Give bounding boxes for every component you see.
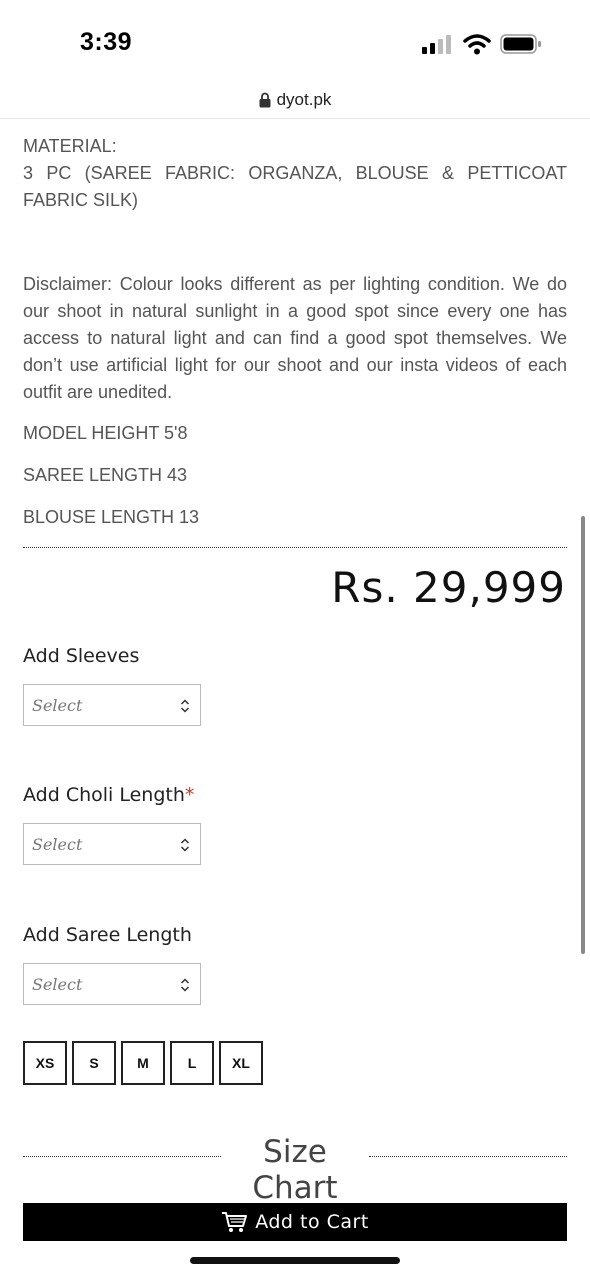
chevron-updown-icon xyxy=(180,978,190,992)
sleeves-select-value: Select xyxy=(32,696,83,715)
size-xs-button[interactable]: XS xyxy=(23,1041,67,1085)
product-price: Rs. 29,999 xyxy=(331,563,566,612)
material-heading: MATERIAL: xyxy=(23,136,117,156)
saree-length-select[interactable]: Select xyxy=(23,963,201,1005)
size-chart-line-right xyxy=(369,1156,567,1157)
material-text: 3 PC (SAREE FABRIC: ORGANZA, BLOUSE & PE… xyxy=(23,163,567,210)
size-s-button[interactable]: S xyxy=(72,1041,116,1085)
choli-length-select[interactable]: Select xyxy=(23,823,201,865)
battery-icon xyxy=(500,34,541,54)
material-section: MATERIAL: 3 PC (SAREE FABRIC: ORGANZA, B… xyxy=(23,133,567,214)
size-chart-line-left xyxy=(23,1156,221,1157)
chevron-updown-icon xyxy=(180,838,190,852)
saree-length-label: Add Saree Length xyxy=(23,924,192,946)
size-l-button[interactable]: L xyxy=(170,1041,214,1085)
url-text: dyot.pk xyxy=(276,90,332,109)
required-mark: * xyxy=(184,784,195,806)
status-time: 3:39 xyxy=(80,28,133,56)
chevron-updown-icon xyxy=(180,699,190,713)
sleeves-label: Add Sleeves xyxy=(23,645,139,667)
disclaimer-text: Disclaimer: Colour looks different as pe… xyxy=(23,274,567,402)
saree-length-spec: SAREE LENGTH 43 xyxy=(23,465,188,485)
size-chart-row: Size Chart xyxy=(23,1134,567,1206)
address-bar-divider xyxy=(0,118,590,119)
model-height: MODEL HEIGHT 5'8 xyxy=(23,423,188,443)
cart-icon xyxy=(222,1212,248,1232)
choli-length-label-text: Add Choli Length xyxy=(23,784,185,806)
lock-icon xyxy=(259,92,271,108)
add-to-cart-label: Add to Cart xyxy=(255,1211,369,1233)
sleeves-select[interactable]: Select xyxy=(23,684,201,726)
size-m-button[interactable]: M xyxy=(121,1041,165,1085)
saree-length-select-value: Select xyxy=(32,975,83,994)
home-indicator[interactable] xyxy=(190,1257,400,1264)
size-xl-button[interactable]: XL xyxy=(219,1041,263,1085)
divider xyxy=(23,547,567,548)
saree-length-label-text: Add Saree Length xyxy=(23,924,192,946)
signal-icon xyxy=(422,35,451,54)
choli-length-select-value: Select xyxy=(32,835,83,854)
size-options: XS S M L XL xyxy=(23,1041,263,1085)
blouse-length-spec: BLOUSE LENGTH 13 xyxy=(23,507,200,527)
status-bar: 3:39 xyxy=(0,0,590,88)
size-chart-link[interactable]: Size Chart xyxy=(221,1134,369,1206)
choli-length-label: Add Choli Length* xyxy=(23,784,194,806)
add-to-cart-button[interactable]: Add to Cart xyxy=(23,1203,567,1241)
wifi-icon xyxy=(463,34,491,55)
scrollbar[interactable] xyxy=(581,516,585,954)
sleeves-label-text: Add Sleeves xyxy=(23,645,140,667)
disclaimer-section: Disclaimer: Colour looks different as pe… xyxy=(23,271,567,406)
